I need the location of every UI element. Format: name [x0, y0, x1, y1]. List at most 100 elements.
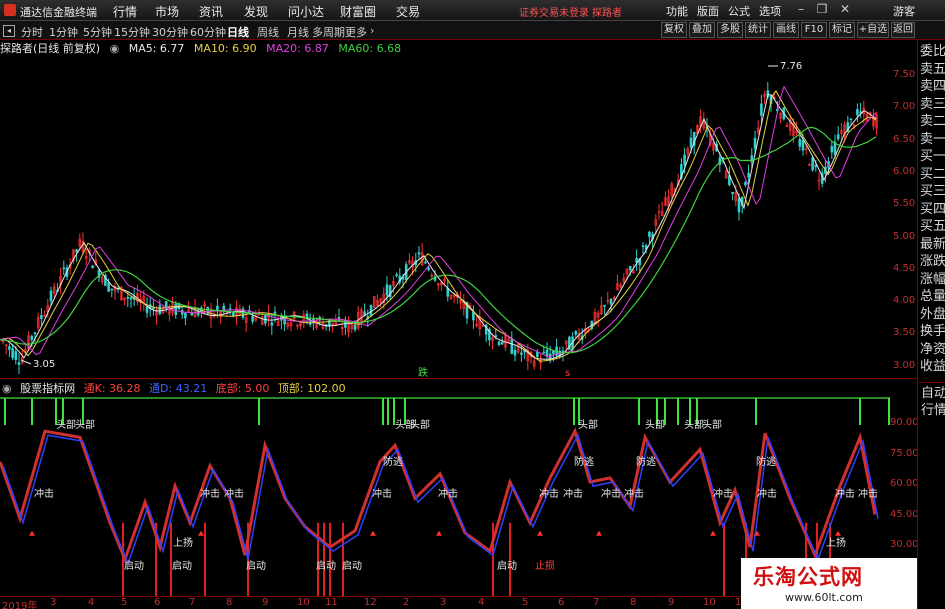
candle-body [856, 109, 859, 116]
candle-body [270, 322, 274, 326]
side-field-1: 卖五 [920, 61, 945, 77]
impact-arrow-icon [436, 530, 442, 536]
candle-body [11, 348, 14, 359]
d-label: 通D: 43.21 [149, 382, 208, 395]
ma20-line [0, 85, 877, 358]
side-field-11: 最新 [920, 236, 945, 252]
indicator-tick: 75.00 [890, 447, 919, 459]
date-tick: 5 [522, 597, 529, 608]
indicator-toggle-icon[interactable]: ◉ [2, 382, 12, 395]
escape-signal-label: 防逃 [574, 455, 594, 468]
indicator-name[interactable]: 股票指标网 [20, 382, 75, 395]
candle-body [17, 362, 21, 365]
indicator-tick: 90.00 [890, 417, 919, 428]
side-field-16: 换手 [920, 324, 945, 339]
candle-body [91, 265, 94, 269]
candle-body [353, 324, 357, 330]
price-tick: 4.00 [893, 295, 916, 307]
candle-body [798, 139, 802, 147]
candle-body [801, 139, 805, 151]
candle-body [145, 306, 149, 313]
indicator-tick: 45.00 [890, 508, 919, 520]
price-tick: 6.00 [893, 165, 916, 177]
escape-signal-label: 防逃 [756, 455, 776, 468]
top-signal-label: 头部 [56, 418, 76, 431]
side-field-2: 卖四 [920, 79, 945, 94]
candle-body [49, 290, 53, 302]
ma60-label: MA60: 6.68 [338, 42, 402, 55]
impact-arrow-icon [710, 530, 716, 536]
candle-body [849, 118, 853, 120]
impact-signal-label: 冲击 [438, 487, 458, 500]
impact-arrow-icon [198, 530, 204, 536]
pane-divider[interactable] [0, 378, 917, 379]
candle-body [574, 330, 578, 335]
candle-body [603, 305, 606, 307]
start-signal-label: 启动 [342, 559, 362, 572]
date-tick: 2019年 [2, 601, 38, 609]
chart-canvas[interactable]: 7.763.05跌 s头部 头部 头部头部 头部 头部 头部头部防逃 防逃 防逃 防逃冲击 冲击 冲击… [0, 0, 945, 609]
ma60-line [0, 126, 877, 354]
candle-body [184, 312, 187, 319]
indicator-tick: 60.00 [890, 478, 919, 489]
watermark-logo: 乐淘公式网 www.60lt.com [741, 558, 917, 609]
impact-signal-label: 冲击 [624, 487, 644, 500]
price-tick: 7.50 [893, 69, 916, 80]
candle-body [251, 316, 254, 322]
candle-body [753, 137, 757, 149]
side-field-14: 总量 [920, 289, 945, 304]
candle-body [417, 252, 421, 255]
side-field-5: 卖一 [920, 131, 945, 147]
candle-body [760, 103, 763, 116]
top-signal-label: 头部 [702, 418, 722, 431]
date-tick: 6 [558, 597, 565, 608]
side-field-4: 卖二 [920, 114, 945, 129]
indicator-tick: 30.00 [890, 539, 919, 550]
candle-body [273, 311, 277, 314]
top-signal-label: 头部 [75, 418, 95, 431]
candle-body [689, 137, 693, 148]
date-tick: 9 [262, 597, 269, 608]
side-field-6: 买一 [920, 149, 945, 164]
candle-body [520, 352, 523, 355]
impact-signal-label: 冲击 [713, 487, 733, 500]
candle-body [731, 191, 734, 195]
date-tick: 6 [154, 597, 161, 608]
price-tick: 3.00 [893, 359, 916, 371]
side-field-9: 买四 [920, 201, 945, 217]
side-field-10: 买五 [920, 219, 945, 234]
high-price-mark: 7.76 [780, 61, 802, 72]
candle-body [836, 134, 840, 140]
impact-signal-label: 冲击 [563, 487, 583, 500]
date-tick: 3 [50, 597, 57, 608]
date-tick: 8 [226, 597, 233, 608]
side-field-3: 卖三 [920, 96, 945, 112]
candle-body [648, 231, 651, 237]
candle-body [158, 305, 162, 315]
price-info-line: 探路者(日线 前复权) ◉ MA5: 6.77 MA10: 6.90 MA20:… [0, 40, 407, 56]
side-field-0: 委比 [920, 44, 945, 59]
candle-body [75, 249, 78, 253]
quote-side-panel: 自动 行情 委比 卖五 卖四 卖三 卖二 卖一 买一 买二 买三 买四 买五 最新 涨跌 涨幅 总量 外盘 换手… [917, 40, 945, 609]
watermark-url: www.60lt.com [785, 591, 863, 604]
escape-signal-label: 防逃 [383, 455, 403, 468]
candle-body [513, 349, 517, 356]
price-tick: 5.50 [893, 198, 916, 210]
candle-body [30, 335, 34, 340]
impact-signal-label: 冲击 [34, 487, 54, 500]
ma5-label: MA5: 6.77 [128, 42, 185, 55]
date-tick: 7 [189, 597, 196, 608]
candle-body [40, 315, 43, 319]
impact-arrow-icon [29, 530, 35, 536]
ma-toggle-icon[interactable]: ◉ [110, 42, 120, 55]
side-field-17: 净资 [920, 341, 945, 357]
auto-quote-toggle[interactable]: 自动 行情 [919, 382, 945, 420]
candle-body [110, 288, 114, 291]
k-label: 通K: 36.28 [83, 382, 141, 395]
candle-body [107, 282, 110, 292]
candle-body [8, 346, 11, 350]
candle-body [536, 351, 539, 358]
impact-arrow-icon [835, 530, 841, 536]
quote-label[interactable]: 行情 [921, 403, 945, 419]
auto-label[interactable]: 自动 [921, 386, 945, 402]
